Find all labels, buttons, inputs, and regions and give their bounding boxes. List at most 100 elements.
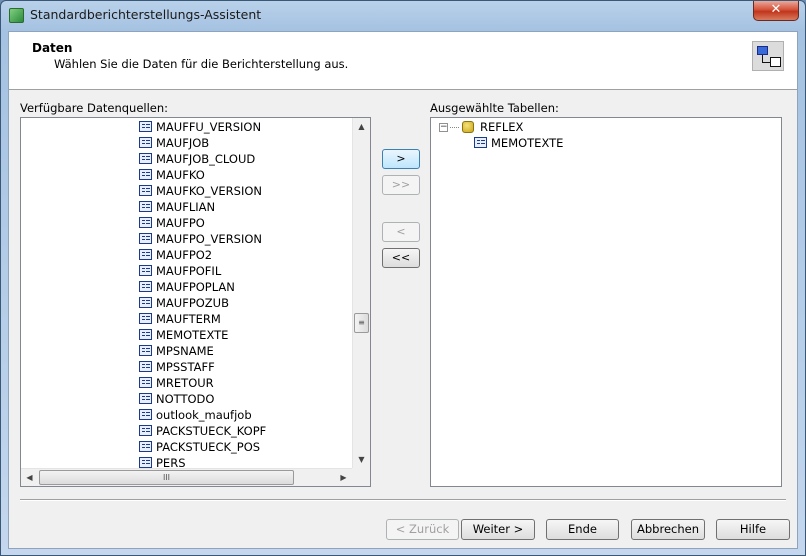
table-icon (139, 169, 152, 180)
database-link-icon (752, 41, 784, 71)
table-icon (139, 393, 152, 404)
window-title: Standardberichterstellungs-Assistent (30, 7, 262, 22)
table-icon (139, 313, 152, 324)
list-item-label: PACKSTUECK_KOPF (156, 424, 267, 438)
list-item[interactable]: PERS (139, 455, 186, 468)
list-item-label: MPSSTAFF (156, 360, 215, 374)
tree-child-node[interactable]: MEMOTEXTE (474, 135, 563, 151)
tree-connector (450, 127, 459, 128)
next-button[interactable]: Weiter > (461, 519, 535, 540)
wizard-header: Daten Wählen Sie die Daten für die Beric… (9, 32, 797, 90)
finish-button[interactable]: Ende (546, 519, 619, 540)
remove-all-button[interactable]: << (382, 248, 420, 268)
horizontal-scrollbar[interactable]: ◀ III ▶ (21, 468, 352, 486)
list-item[interactable]: MRETOUR (139, 375, 214, 391)
dialog-window: Standardberichterstellungs-Assistent ✕ D… (0, 0, 806, 556)
table-icon (139, 345, 152, 356)
table-icon (139, 233, 152, 244)
table-icon (139, 201, 152, 212)
table-icon (139, 137, 152, 148)
table-icon (139, 217, 152, 228)
list-item[interactable]: MAUFTERM (139, 311, 221, 327)
add-all-button[interactable]: >> (382, 175, 420, 195)
list-item[interactable]: PACKSTUECK_POS (139, 439, 260, 455)
close-button[interactable]: ✕ (753, 1, 799, 21)
footer-separator (20, 499, 786, 501)
list-item[interactable]: MPSSTAFF (139, 359, 215, 375)
list-item-label: MAUFPOFIL (156, 264, 222, 278)
list-item-label: MRETOUR (156, 376, 214, 390)
list-item[interactable]: MAUFPO_VERSION (139, 231, 262, 247)
tree-root-node[interactable]: REFLEX (480, 119, 523, 135)
list-item-label: MAUFLIAN (156, 200, 216, 214)
horizontal-scroll-thumb[interactable]: III (39, 470, 294, 485)
list-item[interactable]: MAUFPOFIL (139, 263, 221, 279)
scroll-right-icon[interactable]: ▶ (335, 469, 352, 486)
table-icon (139, 457, 152, 468)
list-item-label: PERS (156, 456, 186, 468)
list-item-label: MAUFTERM (156, 312, 221, 326)
table-icon (139, 249, 152, 260)
remove-button[interactable]: < (382, 222, 420, 242)
list-item-label: MEMOTEXTE (156, 328, 229, 342)
vertical-scrollbar[interactable]: ▲ ≡ ▼ (352, 118, 370, 468)
title-bar[interactable]: Standardberichterstellungs-Assistent ✕ (1, 1, 805, 31)
list-item[interactable]: outlook_maufjob (139, 407, 252, 423)
list-item[interactable]: NOTTODO (139, 391, 214, 407)
table-icon (139, 121, 152, 132)
table-icon (139, 361, 152, 372)
table-icon (139, 185, 152, 196)
list-item-label: MAUFPO2 (156, 248, 213, 262)
list-item[interactable]: MAUFPOZUB (139, 295, 229, 311)
selected-tables-tree[interactable]: − REFLEX MEMOTEXTE (430, 117, 782, 487)
list-item[interactable]: MAUFKO (139, 167, 205, 183)
table-icon (139, 441, 152, 452)
list-item-label: NOTTODO (156, 392, 215, 406)
table-icon (139, 409, 152, 420)
scroll-left-icon[interactable]: ◀ (21, 469, 38, 486)
back-button[interactable]: < Zurück (386, 519, 459, 540)
list-item[interactable]: MEMOTEXTE (139, 327, 228, 343)
tree-child-label: MEMOTEXTE (491, 136, 564, 150)
collapse-icon[interactable]: − (439, 123, 448, 132)
table-icon (139, 377, 152, 388)
app-icon (9, 8, 24, 23)
database-icon (462, 121, 474, 133)
list-item[interactable]: MAUFPOPLAN (139, 279, 235, 295)
list-item-label: MAUFJOB (156, 136, 210, 150)
list-item[interactable]: MAUFLIAN (139, 199, 215, 215)
list-item[interactable]: MAUFFU_VERSION (139, 119, 261, 135)
list-item[interactable]: PACKSTUECK_KOPF (139, 423, 266, 439)
vertical-scroll-thumb[interactable]: ≡ (354, 313, 369, 333)
scroll-down-icon[interactable]: ▼ (353, 451, 370, 468)
list-item[interactable]: MPSNAME (139, 343, 214, 359)
table-icon (474, 137, 487, 148)
list-item-label: MAUFPO (156, 216, 205, 230)
table-icon (139, 425, 152, 436)
page-subtitle: Wählen Sie die Daten für die Berichterst… (54, 57, 349, 71)
list-item[interactable]: MAUFPO (139, 215, 205, 231)
help-button[interactable]: Hilfe (716, 519, 790, 540)
list-item-label: MAUFKO (156, 168, 205, 182)
list-item-label: MAUFJOB_CLOUD (156, 152, 256, 166)
list-item[interactable]: MAUFJOB (139, 135, 209, 151)
table-icon (139, 281, 152, 292)
table-icon (139, 297, 152, 308)
dialog-body: Daten Wählen Sie die Daten für die Beric… (8, 31, 798, 549)
available-sources-items: MAUFFU_VERSION MAUFJOB MAUFJOB_CLOUD MAUFKO… (21, 118, 352, 468)
page-title: Daten (32, 41, 73, 55)
list-item-label: PACKSTUECK_POS (156, 440, 261, 454)
list-item[interactable]: MAUFKO_VERSION (139, 183, 262, 199)
list-item-label: MAUFPOPLAN (156, 280, 235, 294)
list-item[interactable]: MAUFPO2 (139, 247, 212, 263)
available-sources-list[interactable]: MAUFFU_VERSION MAUFJOB MAUFJOB_CLOUD MAUFKO… (20, 117, 371, 487)
cancel-button[interactable]: Abbrechen (631, 519, 705, 540)
table-icon (139, 265, 152, 276)
scroll-corner (352, 468, 370, 486)
table-icon (139, 329, 152, 340)
list-item-label: MAUFFU_VERSION (156, 120, 262, 134)
list-item[interactable]: MAUFJOB_CLOUD (139, 151, 255, 167)
list-item-label: MAUFPOZUB (156, 296, 229, 310)
scroll-up-icon[interactable]: ▲ (353, 118, 370, 135)
add-button[interactable]: > (382, 149, 420, 169)
